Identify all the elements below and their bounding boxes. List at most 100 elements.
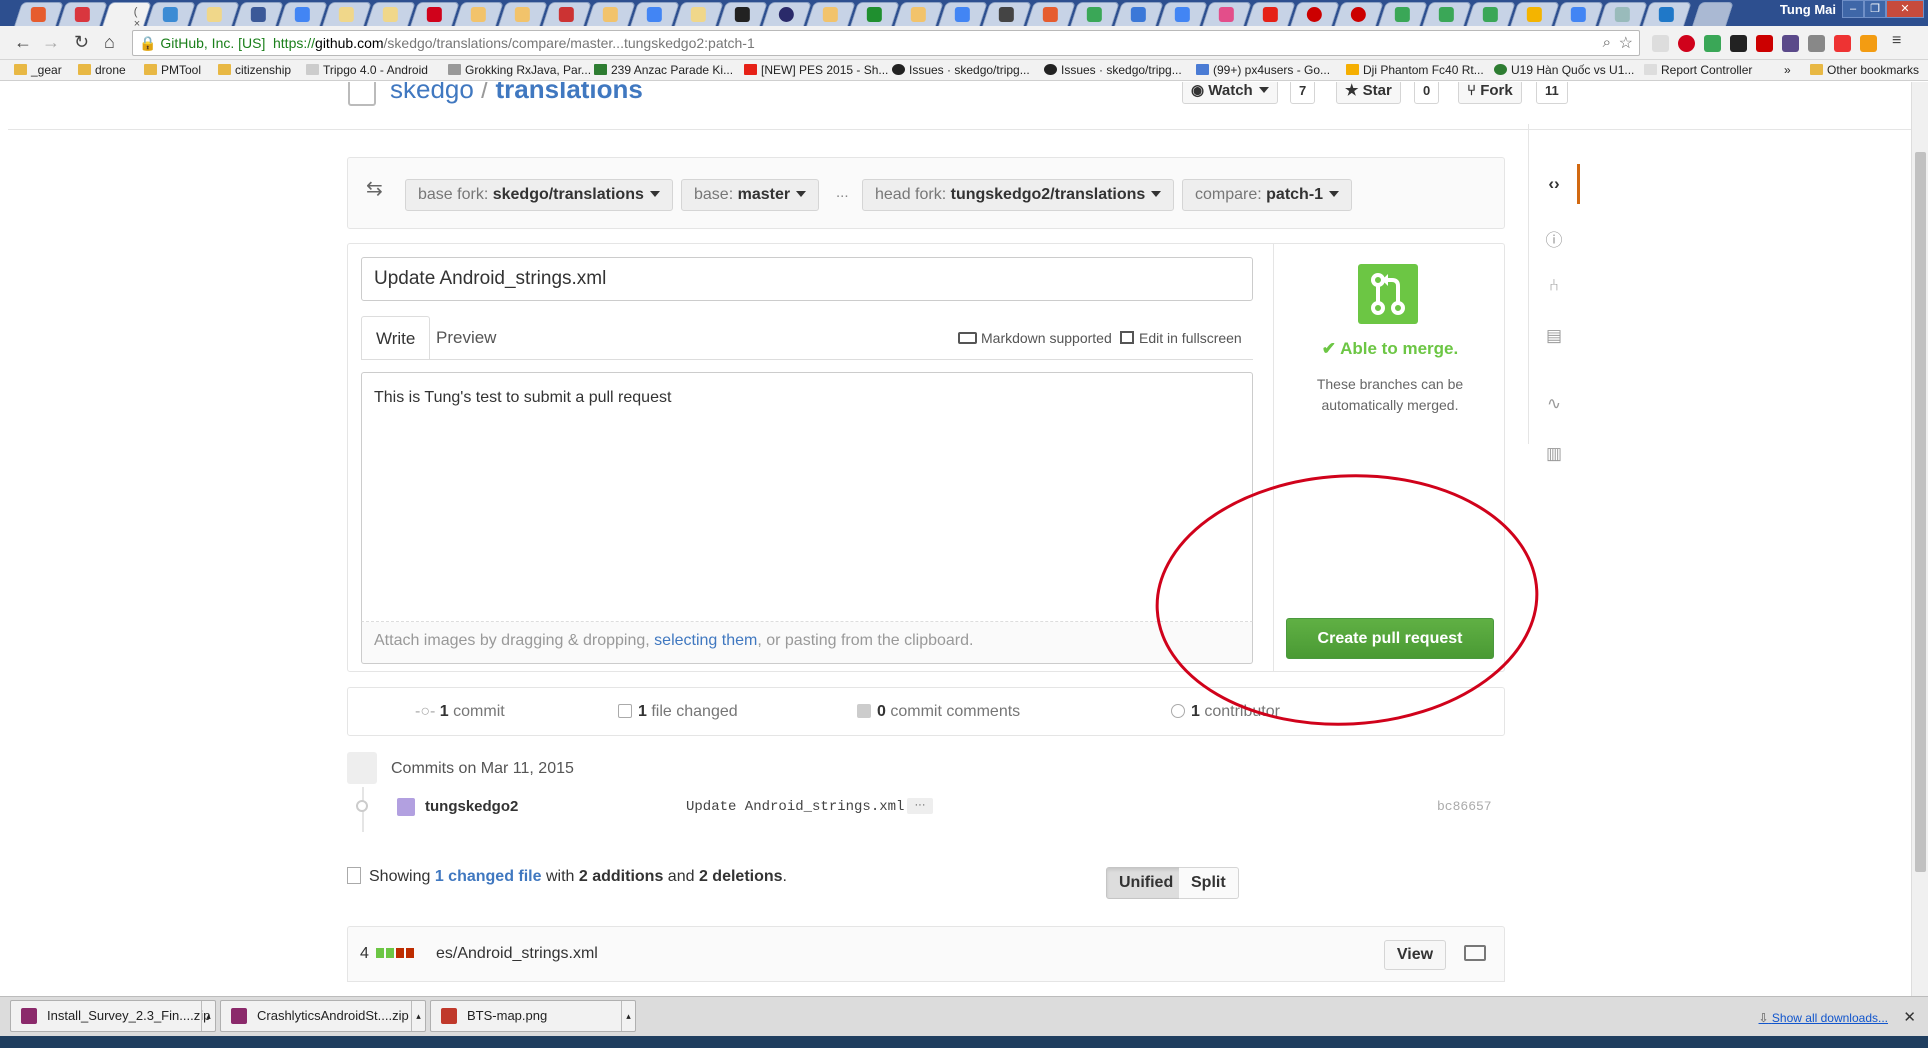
browser-tab[interactable] — [454, 2, 504, 26]
bookmark-item[interactable]: drone — [78, 63, 126, 77]
browser-tab[interactable] — [1598, 2, 1648, 26]
bookmark-item[interactable]: (99+) px4users - Go... — [1196, 63, 1330, 77]
show-all-downloads-link[interactable]: ⇩ Show all downloads... — [1759, 1011, 1888, 1025]
browser-tab[interactable] — [278, 2, 328, 26]
extension-icon[interactable] — [1808, 35, 1825, 52]
base-fork-select[interactable]: base fork: skedgo/translations — [405, 179, 673, 211]
browser-tab[interactable] — [1158, 2, 1208, 26]
repo-name-link[interactable]: translations — [496, 82, 643, 104]
browser-tab[interactable] — [630, 2, 680, 26]
bookmark-item[interactable]: Issues · skedgo/tripg... — [1044, 63, 1182, 77]
extension-icon[interactable] — [1652, 35, 1669, 52]
extension-icon[interactable] — [1756, 35, 1773, 52]
page-scrollbar[interactable] — [1911, 82, 1928, 996]
pr-body-textarea[interactable]: This is Tung's test to submit a pull req… — [361, 372, 1253, 622]
bookmarks-overflow[interactable]: » — [1784, 63, 1791, 77]
star-button[interactable]: ★ Star — [1336, 82, 1401, 104]
commit-sha-link[interactable]: bc86657 — [1437, 799, 1492, 814]
url-text[interactable]: https://github.com/skedgo/translations/c… — [273, 35, 755, 51]
download-item[interactable]: CrashlyticsAndroidSt....zip ▴ — [220, 1000, 426, 1032]
bookmark-item[interactable]: Report Controller — [1644, 63, 1752, 77]
markdown-link[interactable]: Markdown supported — [958, 330, 1112, 346]
minimize-icon[interactable]: – — [1842, 0, 1864, 18]
browser-tab[interactable] — [1026, 2, 1076, 26]
tab-preview[interactable]: Preview — [422, 316, 510, 360]
secure-badge[interactable]: 🔒 GitHub, Inc. [US] — [139, 35, 265, 52]
desktop-icon[interactable] — [1464, 945, 1486, 961]
files-changed-tab[interactable]: 1 file changed — [618, 703, 738, 721]
browser-tab[interactable] — [586, 2, 636, 26]
star-count[interactable]: 0 — [1414, 82, 1440, 104]
browser-tab[interactable] — [1334, 2, 1384, 26]
fullscreen-link[interactable]: Edit in fullscreen — [1120, 330, 1242, 346]
browser-tab[interactable] — [1070, 2, 1120, 26]
bookmark-item[interactable]: 239 Anzac Parade Ki... — [594, 63, 733, 77]
browser-tab[interactable] — [1290, 2, 1340, 26]
bookmark-item[interactable]: Tripgo 4.0 - Android — [306, 63, 428, 77]
browser-tab[interactable] — [1114, 2, 1164, 26]
browser-tab[interactable] — [850, 2, 900, 26]
chevron-down-icon[interactable]: ▴ — [201, 1001, 215, 1031]
browser-tab[interactable] — [938, 2, 988, 26]
browser-tab[interactable] — [674, 2, 724, 26]
browser-tab[interactable] — [366, 2, 416, 26]
repo-owner-link[interactable]: skedgo — [390, 82, 474, 104]
forward-icon[interactable]: → — [42, 32, 60, 53]
attach-dropzone[interactable]: Attach images by dragging & dropping, se… — [361, 622, 1253, 664]
menu-icon[interactable]: ≡ — [1892, 32, 1901, 50]
extension-icon[interactable] — [1730, 35, 1747, 52]
bookmark-item[interactable]: Issues · skedgo/tripg... — [892, 63, 1030, 77]
unified-view-button[interactable]: Unified — [1106, 867, 1187, 899]
download-item[interactable]: Install_Survey_2.3_Fin....zip ▴ — [10, 1000, 216, 1032]
bookmark-item[interactable]: PMTool — [144, 63, 201, 77]
browser-tab[interactable] — [1422, 2, 1472, 26]
file-name[interactable]: es/Android_strings.xml — [436, 945, 598, 963]
browser-tab[interactable] — [1466, 2, 1516, 26]
browser-tab[interactable] — [806, 2, 856, 26]
commit-author-link[interactable]: tungskedgo2 — [425, 798, 518, 815]
home-icon[interactable]: ⌂ — [104, 32, 115, 53]
browser-tab[interactable] — [58, 2, 108, 26]
bookmark-star-icon[interactable]: ☆ — [1619, 33, 1633, 53]
view-file-button[interactable]: View — [1384, 940, 1446, 970]
extension-icon[interactable] — [1860, 35, 1877, 52]
browser-tab[interactable] — [1554, 2, 1604, 26]
code-icon[interactable]: ‹› — [1543, 174, 1565, 196]
new-tab-button[interactable] — [1692, 2, 1734, 26]
close-window-icon[interactable]: ✕ — [1886, 0, 1924, 18]
scrollbar-thumb[interactable] — [1915, 152, 1926, 872]
commits-tab[interactable]: -○- 1 commit — [415, 703, 505, 721]
extension-icon[interactable] — [1704, 35, 1721, 52]
reload-icon[interactable]: ↻ — [74, 32, 89, 53]
browser-tab[interactable] — [14, 2, 64, 26]
fork-button[interactable]: ⑂ Fork — [1458, 82, 1522, 104]
browser-tab[interactable] — [190, 2, 240, 26]
address-bar[interactable]: 🔒 GitHub, Inc. [US] https://github.com/s… — [132, 30, 1640, 56]
watch-count[interactable]: 7 — [1290, 82, 1316, 104]
bookmark-item[interactable]: Grokking RxJava, Par... — [448, 63, 591, 77]
extension-icon[interactable] — [1782, 35, 1799, 52]
other-bookmarks[interactable]: Other bookmarks — [1810, 63, 1919, 77]
browser-tab[interactable] — [234, 2, 284, 26]
restore-icon[interactable]: ❐ — [1864, 0, 1886, 18]
avatar[interactable] — [397, 798, 415, 816]
chevron-down-icon[interactable]: ▴ — [621, 1001, 635, 1031]
browser-tab[interactable] — [762, 2, 812, 26]
fork-count[interactable]: 11 — [1536, 82, 1568, 104]
contributors-tab[interactable]: 1 contributor — [1171, 703, 1280, 721]
browser-tab[interactable] — [542, 2, 592, 26]
browser-tab[interactable] — [982, 2, 1032, 26]
search-icon[interactable]: ⌕ — [1603, 34, 1611, 51]
split-view-button[interactable]: Split — [1179, 867, 1239, 899]
browser-tab[interactable] — [1246, 2, 1296, 26]
bookmark-item[interactable]: Dji Phantom Fc40 Rt... — [1346, 63, 1484, 77]
commit-comments-tab[interactable]: 0 commit comments — [857, 703, 1020, 721]
select-files-link[interactable]: selecting them — [654, 632, 757, 649]
issues-icon[interactable]: ⓘ — [1543, 226, 1565, 250]
commit-message-link[interactable]: Update Android_strings.xml — [686, 799, 904, 815]
pull-request-icon[interactable]: ⑃ — [1543, 276, 1565, 298]
create-pull-request-button[interactable]: Create pull request — [1286, 618, 1494, 659]
browser-tab[interactable] — [498, 2, 548, 26]
pr-title-input[interactable] — [361, 257, 1253, 301]
bookmark-item[interactable]: [NEW] PES 2015 - Sh... — [744, 63, 888, 77]
